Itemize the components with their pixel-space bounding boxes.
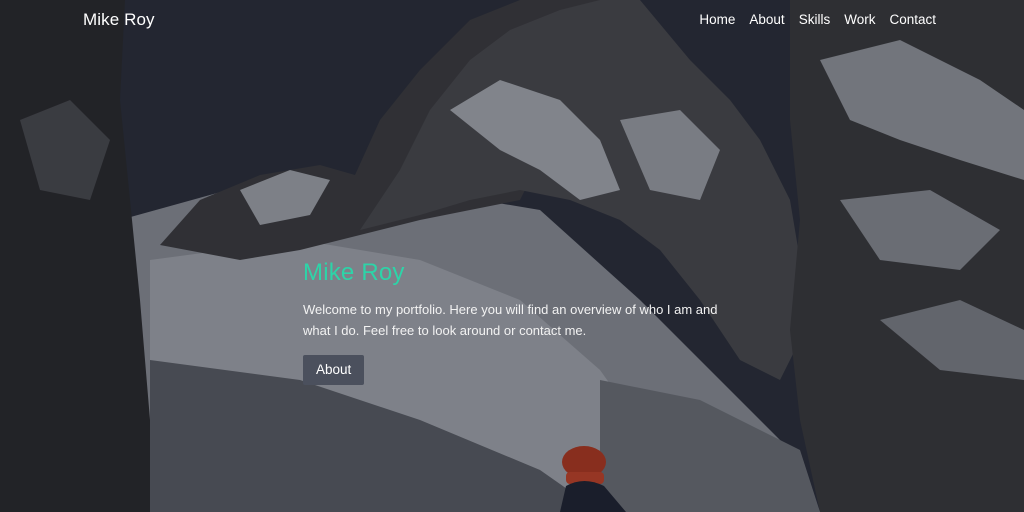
- hero-content: Mike Roy Welcome to my portfolio. Here y…: [303, 259, 723, 385]
- hero-description: Welcome to my portfolio. Here you will f…: [303, 302, 718, 338]
- about-button[interactable]: About: [303, 355, 365, 385]
- hero-dim-overlay: [0, 0, 1024, 512]
- nav-link-about[interactable]: About: [749, 12, 784, 27]
- hero-section: Mike Roy Home About Skills Work Contact …: [0, 0, 1024, 512]
- brand-logo-link[interactable]: Mike Roy: [83, 10, 155, 30]
- nav-links: Home About Skills Work Contact: [699, 11, 936, 29]
- top-navbar: Mike Roy Home About Skills Work Contact: [0, 0, 1024, 40]
- hero-title: Mike Roy: [303, 259, 405, 286]
- nav-link-contact[interactable]: Contact: [889, 12, 936, 27]
- nav-link-skills[interactable]: Skills: [799, 12, 831, 27]
- nav-link-home[interactable]: Home: [699, 12, 735, 27]
- nav-link-work[interactable]: Work: [844, 12, 875, 27]
